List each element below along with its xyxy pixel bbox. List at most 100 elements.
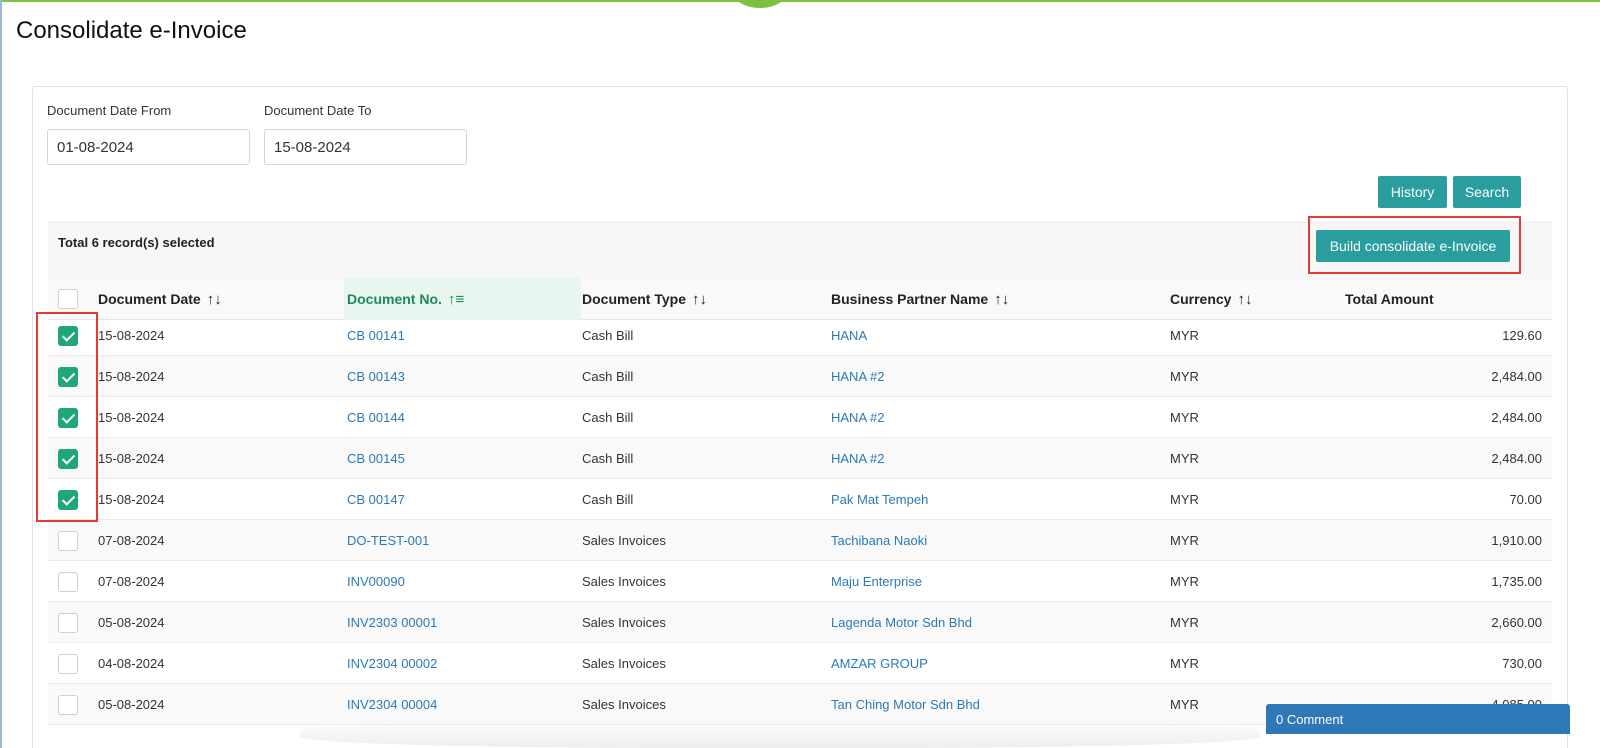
cell-document-type: Cash Bill xyxy=(582,410,634,425)
document-no-link[interactable]: CB 00147 xyxy=(347,492,405,507)
table-row[interactable]: 15-08-2024 CB 00144 Cash Bill HANA #2 MYR 2,4… xyxy=(48,397,1552,438)
table-row[interactable]: 15-08-2024 CB 00147 Cash Bill Pak Mat Tempe… xyxy=(48,479,1552,520)
cell-document-date: 15-08-2024 xyxy=(98,451,165,466)
document-no-link[interactable]: CB 00141 xyxy=(347,328,405,343)
business-partner-link[interactable]: Pak Mat Tempeh xyxy=(831,492,928,507)
table-row[interactable]: 05-08-2024 INV2303 00001 Sales Invoices Lag… xyxy=(48,602,1552,643)
cell-document-date: 07-08-2024 xyxy=(98,574,165,589)
row-checkbox[interactable] xyxy=(58,613,78,633)
column-header-document-date[interactable]: Document Date ↑↓ xyxy=(98,291,222,308)
document-no-link[interactable]: CB 00144 xyxy=(347,410,405,425)
cell-total-amount: 2,484.00 xyxy=(1491,410,1542,425)
cell-total-amount: 70.00 xyxy=(1509,492,1542,507)
cell-document-type: Cash Bill xyxy=(582,328,634,343)
left-edge-line xyxy=(0,0,2,748)
cell-document-date: 05-08-2024 xyxy=(98,615,165,630)
document-no-link[interactable]: INV00090 xyxy=(347,574,405,589)
business-partner-link[interactable]: Tan Ching Motor Sdn Bhd xyxy=(831,697,980,712)
document-no-link[interactable]: INV2304 00004 xyxy=(347,697,437,712)
cell-currency: MYR xyxy=(1170,656,1199,671)
table-row[interactable]: 07-08-2024 INV00090 Sales Invoices Maju Ent… xyxy=(48,561,1552,602)
business-partner-link[interactable]: Lagenda Motor Sdn Bhd xyxy=(831,615,972,630)
select-all-checkbox[interactable] xyxy=(58,289,78,309)
cell-document-type: Sales Invoices xyxy=(582,615,666,630)
cell-currency: MYR xyxy=(1170,533,1199,548)
table-row[interactable]: 15-08-2024 CB 00141 Cash Bill HANA MYR 129.60 xyxy=(48,315,1552,356)
page-title: Consolidate e-Invoice xyxy=(16,17,247,44)
cell-document-date: 04-08-2024 xyxy=(98,656,165,671)
date-to-input[interactable] xyxy=(264,129,467,165)
selection-summary: Total 6 record(s) selected xyxy=(58,235,215,250)
top-accent-line xyxy=(0,0,1600,2)
cell-document-type: Sales Invoices xyxy=(582,574,666,589)
column-header-document-no[interactable]: Document No. ↑≡ xyxy=(347,291,464,308)
cell-document-date: 05-08-2024 xyxy=(98,697,165,712)
table-header: Document Date ↑↓ Document No. ↑≡ Document … xyxy=(48,278,1552,320)
cell-document-date: 15-08-2024 xyxy=(98,328,165,343)
row-checkbox[interactable] xyxy=(58,572,78,592)
cell-document-date: 07-08-2024 xyxy=(98,533,165,548)
date-from-input[interactable] xyxy=(47,129,250,165)
document-no-link[interactable]: INV2303 00001 xyxy=(347,615,437,630)
cell-document-type: Cash Bill xyxy=(582,369,634,384)
row-checkbox[interactable] xyxy=(58,654,78,674)
table-row[interactable]: 04-08-2024 INV2304 00002 Sales Invoices AMZ… xyxy=(48,643,1552,684)
cell-total-amount: 2,484.00 xyxy=(1491,451,1542,466)
cell-currency: MYR xyxy=(1170,574,1199,589)
sort-icon: ↑↓ xyxy=(994,291,1010,308)
cell-currency: MYR xyxy=(1170,328,1199,343)
cell-currency: MYR xyxy=(1170,492,1199,507)
cell-currency: MYR xyxy=(1170,451,1199,466)
cell-document-date: 15-08-2024 xyxy=(98,369,165,384)
business-partner-link[interactable]: Tachibana Naoki xyxy=(831,533,927,548)
column-header-business-partner[interactable]: Business Partner Name ↑↓ xyxy=(831,291,1009,308)
business-partner-link[interactable]: HANA #2 xyxy=(831,369,884,384)
top-accent-tab xyxy=(734,0,786,8)
date-from-label: Document Date From xyxy=(47,103,172,118)
cell-total-amount: 2,660.00 xyxy=(1491,615,1542,630)
cell-document-type: Sales Invoices xyxy=(582,697,666,712)
table-row[interactable]: 15-08-2024 CB 00145 Cash Bill HANA #2 MYR 2,4… xyxy=(48,438,1552,479)
sort-icon: ↑↓ xyxy=(1237,291,1253,308)
row-checkbox[interactable] xyxy=(58,531,78,551)
highlight-selected-checkboxes xyxy=(36,312,98,522)
search-button[interactable]: Search xyxy=(1453,176,1521,208)
business-partner-link[interactable]: AMZAR GROUP xyxy=(831,656,928,671)
highlight-build-button xyxy=(1308,216,1521,274)
cell-total-amount: 129.60 xyxy=(1502,328,1542,343)
column-header-currency[interactable]: Currency ↑↓ xyxy=(1170,291,1252,308)
cell-document-date: 15-08-2024 xyxy=(98,410,165,425)
cell-total-amount: 1,735.00 xyxy=(1491,574,1542,589)
column-header-total-amount: Total Amount xyxy=(1345,291,1434,307)
cell-document-type: Sales Invoices xyxy=(582,533,666,548)
bottom-shadow xyxy=(300,720,1260,748)
table-row[interactable]: 07-08-2024 DO-TEST-001 Sales Invoices Tachi… xyxy=(48,520,1552,561)
business-partner-link[interactable]: HANA xyxy=(831,328,867,343)
document-no-link[interactable]: CB 00145 xyxy=(347,451,405,466)
sort-icon: ↑↓ xyxy=(691,291,707,308)
column-header-document-type[interactable]: Document Type ↑↓ xyxy=(582,291,707,308)
cell-document-type: Cash Bill xyxy=(582,492,634,507)
cell-currency: MYR xyxy=(1170,369,1199,384)
date-to-label: Document Date To xyxy=(264,103,372,118)
business-partner-link[interactable]: HANA #2 xyxy=(831,410,884,425)
document-no-link[interactable]: CB 00143 xyxy=(347,369,405,384)
cell-currency: MYR xyxy=(1170,615,1199,630)
sort-icon: ↑↓ xyxy=(206,291,222,308)
cell-document-type: Cash Bill xyxy=(582,451,634,466)
cell-currency: MYR xyxy=(1170,697,1199,712)
row-checkbox[interactable] xyxy=(58,695,78,715)
table-row[interactable]: 15-08-2024 CB 00143 Cash Bill HANA #2 MYR 2,4… xyxy=(48,356,1552,397)
document-no-link[interactable]: INV2304 00002 xyxy=(347,656,437,671)
cell-document-type: Sales Invoices xyxy=(582,656,666,671)
sort-ascending-icon: ↑≡ xyxy=(447,291,465,308)
history-button[interactable]: History xyxy=(1378,176,1447,208)
cell-total-amount: 1,910.00 xyxy=(1491,533,1542,548)
business-partner-link[interactable]: Maju Enterprise xyxy=(831,574,922,589)
business-partner-link[interactable]: HANA #2 xyxy=(831,451,884,466)
cell-total-amount: 730.00 xyxy=(1502,656,1542,671)
document-no-link[interactable]: DO-TEST-001 xyxy=(347,533,429,548)
comment-panel-toggle[interactable]: 0 Comment xyxy=(1266,704,1570,734)
cell-total-amount: 2,484.00 xyxy=(1491,369,1542,384)
cell-currency: MYR xyxy=(1170,410,1199,425)
